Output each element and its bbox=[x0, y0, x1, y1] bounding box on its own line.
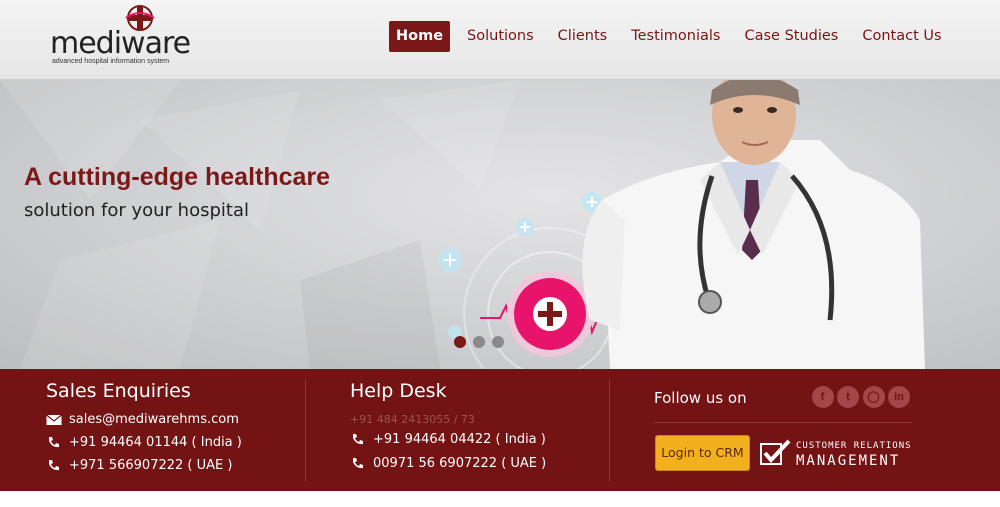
sales-email[interactable]: sales@mediwarehms.com bbox=[69, 412, 239, 427]
sales-enquiries: Sales Enquiries sales@mediwarehms.com +9… bbox=[46, 369, 296, 491]
column-divider bbox=[609, 379, 610, 481]
brand-name: mediware bbox=[50, 26, 191, 61]
hero-subtitle: solution for your hospital bbox=[24, 200, 249, 221]
social-links: f t ◯ in bbox=[808, 386, 910, 408]
checkmark-icon bbox=[760, 439, 791, 465]
helpdesk-phone-uae-row: 00971 56 6907222 ( UAE ) bbox=[350, 456, 546, 471]
helpdesk-phone-india-row: +91 94464 04422 ( India ) bbox=[350, 432, 546, 447]
column-divider bbox=[305, 379, 306, 481]
slider-dots bbox=[454, 336, 511, 348]
helpdesk-landline: +91 484 2413055 / 73 bbox=[350, 413, 475, 426]
main-nav: Home Solutions Clients Testimonials Case… bbox=[389, 21, 959, 52]
sales-phone-uae: +971 566907222 ( UAE ) bbox=[69, 458, 233, 473]
crm-label-bottom: MANAGEMENT bbox=[796, 453, 901, 469]
linkedin-icon[interactable]: in bbox=[888, 386, 910, 408]
helpdesk-phone-uae: 00971 56 6907222 ( UAE ) bbox=[373, 456, 547, 471]
slide-dot-2[interactable] bbox=[473, 336, 485, 348]
twitter-icon[interactable]: t bbox=[837, 386, 859, 408]
mediware-logo[interactable]: mediware advanced hospital information s… bbox=[50, 4, 191, 68]
nav-home[interactable]: Home bbox=[389, 21, 451, 52]
phone-icon bbox=[49, 459, 59, 470]
slide-dot-3[interactable] bbox=[492, 336, 504, 348]
doctor-illustration bbox=[438, 80, 925, 369]
phone-icon bbox=[49, 436, 59, 447]
hero-slider: A cutting-edge healthcare solution for y… bbox=[0, 80, 1000, 369]
nav-contact-us[interactable]: Contact Us bbox=[855, 21, 948, 52]
hero-title: A cutting-edge healthcare bbox=[24, 163, 331, 191]
sales-phone-uae-row: +971 566907222 ( UAE ) bbox=[46, 458, 232, 473]
follow-us-label: Follow us on bbox=[654, 389, 747, 407]
sales-phone-india: +91 94464 01144 ( India ) bbox=[69, 435, 242, 450]
facebook-icon[interactable]: f bbox=[811, 386, 834, 408]
contact-band: Sales Enquiries sales@mediwarehms.com +9… bbox=[0, 369, 1000, 491]
brand-tagline: advanced hospital information system bbox=[52, 58, 170, 65]
envelope-icon bbox=[46, 414, 62, 425]
sales-email-row[interactable]: sales@mediwarehms.com bbox=[46, 412, 239, 427]
nav-case-studies[interactable]: Case Studies bbox=[737, 21, 845, 52]
nav-solutions[interactable]: Solutions bbox=[460, 21, 541, 52]
phone-icon bbox=[353, 433, 363, 444]
phone-icon bbox=[353, 457, 363, 468]
login-to-crm-button[interactable]: Login to CRM bbox=[655, 435, 750, 471]
section-divider bbox=[654, 422, 912, 423]
helpdesk-phone-india: +91 94464 04422 ( India ) bbox=[373, 432, 546, 447]
nav-clients[interactable]: Clients bbox=[551, 21, 615, 52]
help-desk: Help Desk +91 484 2413055 / 73 +91 94464… bbox=[350, 369, 600, 491]
site-header: mediware advanced hospital information s… bbox=[0, 0, 1000, 80]
sales-phone-india-row: +91 94464 01144 ( India ) bbox=[46, 435, 242, 450]
crm-label-top: CUSTOMER RELATIONS bbox=[796, 441, 912, 451]
sales-title: Sales Enquiries bbox=[46, 380, 191, 402]
nav-testimonials[interactable]: Testimonials bbox=[624, 21, 727, 52]
instagram-icon[interactable]: ◯ bbox=[862, 386, 885, 408]
helpdesk-title: Help Desk bbox=[350, 380, 447, 402]
slide-dot-1[interactable] bbox=[454, 336, 466, 348]
